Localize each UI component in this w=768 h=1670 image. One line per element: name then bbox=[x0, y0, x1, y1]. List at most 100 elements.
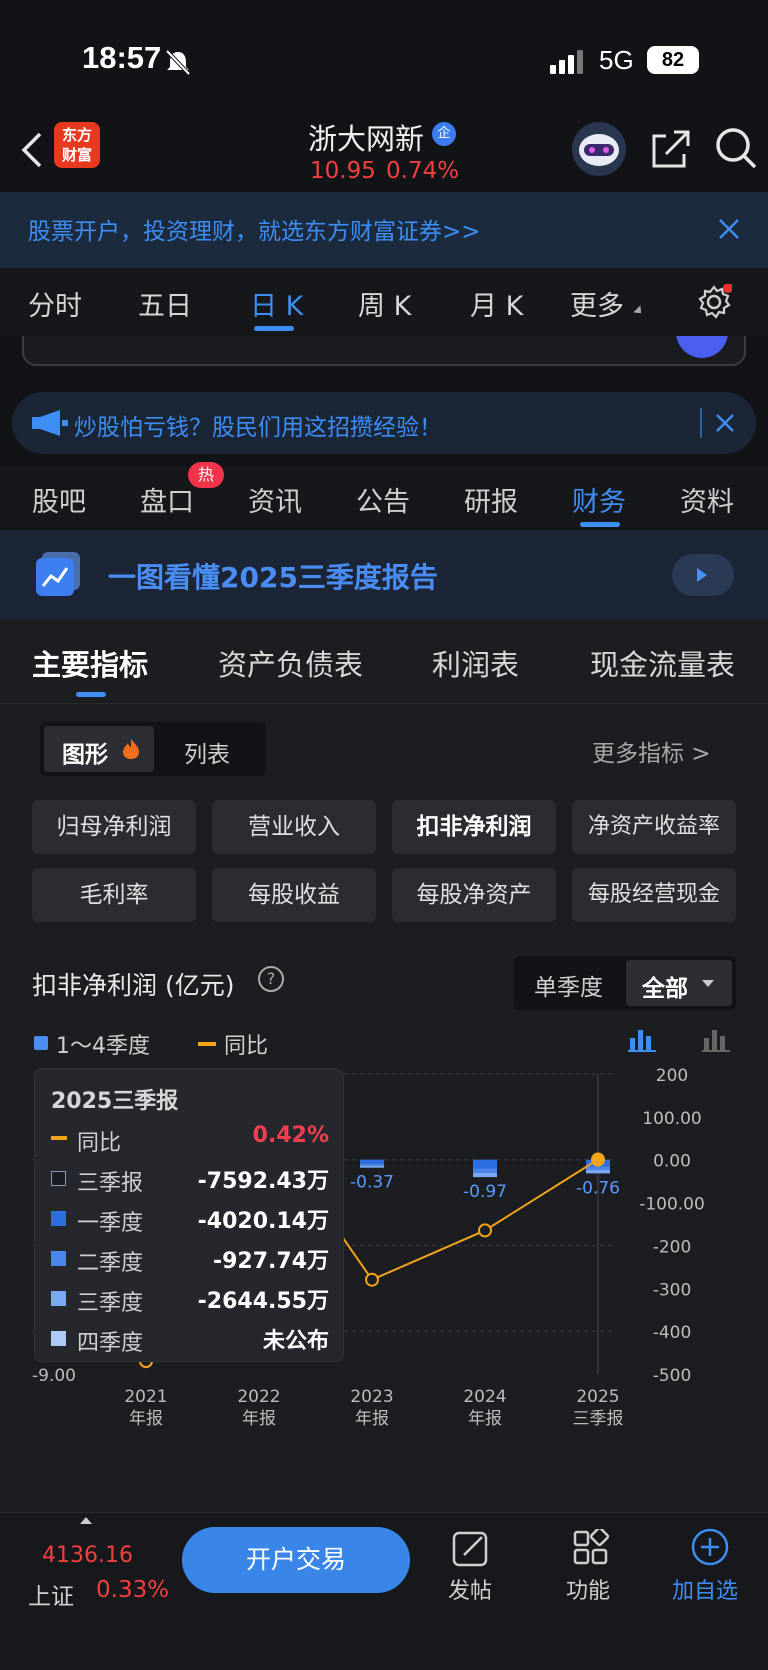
stock-change: 0.74% bbox=[386, 158, 460, 184]
chip-gross-margin[interactable]: 毛利率 bbox=[32, 868, 196, 922]
active-tab-indicator bbox=[76, 692, 106, 697]
settings-gear-icon[interactable] bbox=[696, 284, 732, 320]
tab-more[interactable]: 更多 bbox=[570, 284, 624, 323]
verified-badge: 企 bbox=[432, 122, 456, 146]
x-axis-label: 2021 bbox=[124, 1387, 167, 1407]
tab-profile[interactable]: 资料 bbox=[680, 480, 734, 519]
active-tab-indicator bbox=[580, 522, 620, 527]
list-view-button[interactable]: 列表 bbox=[184, 735, 230, 769]
bar-label: -0.76 bbox=[576, 1178, 620, 1198]
bar-segment bbox=[360, 1163, 384, 1166]
bell-muted-icon bbox=[165, 49, 191, 76]
chip-revenue[interactable]: 营业收入 bbox=[212, 800, 376, 854]
add-watchlist-icon[interactable] bbox=[690, 1527, 730, 1567]
tab-cash-flow[interactable]: 现金流量表 bbox=[590, 642, 735, 684]
tooltip-row-q3-report: 三季报 -7592.43万 bbox=[51, 1161, 329, 1197]
robot-assistant-icon[interactable] bbox=[570, 120, 628, 178]
tab-finance[interactable]: 财务 bbox=[572, 480, 626, 519]
status-time: 18:57 bbox=[82, 40, 162, 75]
chart-title: 扣非净利润 (亿元) bbox=[32, 971, 235, 1000]
graph-view-button[interactable]: 图形 bbox=[44, 726, 154, 772]
chip-roe[interactable]: 净资产收益率 bbox=[572, 800, 736, 854]
tooltip-row-q4: 四季度 未公布 bbox=[51, 1321, 329, 1357]
tab-news[interactable]: 资讯 bbox=[248, 480, 302, 519]
x-axis-label: 三季报 bbox=[573, 1409, 624, 1429]
functions-grid-icon[interactable] bbox=[572, 1529, 610, 1567]
share-icon[interactable] bbox=[650, 128, 692, 170]
mode-all[interactable]: 全部 bbox=[626, 960, 732, 1006]
post-edit-icon[interactable] bbox=[452, 1529, 490, 1567]
notice-bar[interactable]: 炒股怕亏钱？股民们用这招攒经验！ bbox=[12, 392, 756, 454]
right-axis-tick: 200 bbox=[656, 1066, 688, 1086]
bar-segment bbox=[473, 1168, 497, 1173]
x-axis-label: 年报 bbox=[242, 1409, 276, 1429]
dropdown-caret-icon bbox=[702, 980, 714, 987]
tab-weekly-k[interactable]: 周 K bbox=[358, 284, 411, 323]
report-banner[interactable]: 一图看懂2025三季度报告 bbox=[0, 530, 768, 620]
promo-text[interactable]: 股票开户，投资理财，就选东方财富证券>> bbox=[28, 212, 481, 246]
megaphone-icon bbox=[32, 410, 68, 436]
tab-research[interactable]: 研报 bbox=[464, 480, 518, 519]
app-logo: 东方 财富 bbox=[54, 122, 100, 168]
bar-segment bbox=[586, 1169, 610, 1174]
tab-key-metrics[interactable]: 主要指标 bbox=[32, 642, 148, 684]
notice-text[interactable]: 炒股怕亏钱？股民们用这招攒经验！ bbox=[74, 408, 442, 442]
chip-net-profit[interactable]: 归母净利润 bbox=[32, 800, 196, 854]
chip-bvps[interactable]: 每股净资产 bbox=[392, 868, 556, 922]
tooltip-row-yoy: 同比 0.42% bbox=[51, 1121, 329, 1157]
functions-label[interactable]: 功能 bbox=[566, 1573, 610, 1605]
hot-badge: 热 bbox=[188, 462, 224, 488]
active-tab-indicator bbox=[254, 326, 294, 331]
stacked-bar-chart-icon[interactable] bbox=[628, 1026, 658, 1052]
post-label[interactable]: 发帖 bbox=[448, 1573, 492, 1605]
report-title[interactable]: 一图看懂2025三季度报告 bbox=[108, 556, 438, 596]
tab-forum[interactable]: 股吧 bbox=[32, 480, 86, 519]
tab-announcements[interactable]: 公告 bbox=[356, 480, 410, 519]
financial-tabs: 主要指标 资产负债表 利润表 现金流量表 bbox=[0, 620, 768, 704]
tab-monthly-k[interactable]: 月 K bbox=[470, 284, 523, 323]
expand-caret-icon[interactable] bbox=[80, 1517, 92, 1524]
tooltip-row-q3: 三季度 -2644.55万 bbox=[51, 1281, 329, 1317]
chip-deducted-net-profit[interactable]: 扣非净利润 bbox=[392, 800, 556, 854]
close-icon[interactable] bbox=[718, 218, 740, 240]
chart-tooltip: 2025三季报 同比 0.42% 三季报 -7592.43万 一季度 -4020… bbox=[34, 1068, 344, 1362]
mode-single-quarter[interactable]: 单季度 bbox=[534, 968, 603, 1002]
chart-card-icon bbox=[36, 552, 80, 596]
tab-order-book[interactable]: 盘口 bbox=[140, 480, 194, 519]
tab-balance-sheet[interactable]: 资产负债表 bbox=[218, 642, 363, 684]
legend-line-swatch bbox=[198, 1042, 216, 1046]
stock-name: 浙大网新 bbox=[308, 122, 425, 156]
help-icon[interactable]: ? bbox=[258, 966, 284, 992]
back-icon[interactable] bbox=[18, 130, 44, 170]
index-change[interactable]: 0.33% bbox=[96, 1577, 169, 1603]
index-name[interactable]: 上证 bbox=[28, 1577, 74, 1611]
grouped-bar-chart-icon[interactable] bbox=[702, 1026, 732, 1052]
open-account-trade-button[interactable]: 开户交易 bbox=[182, 1527, 410, 1593]
left-axis-tick: -9.00 bbox=[32, 1366, 76, 1386]
x-axis-label: 2025 bbox=[576, 1387, 619, 1407]
x-axis-label: 年报 bbox=[468, 1409, 502, 1429]
x-axis-label: 2022 bbox=[237, 1387, 280, 1407]
bar-segment bbox=[473, 1172, 497, 1178]
add-watchlist-label[interactable]: 加自选 bbox=[672, 1573, 738, 1605]
more-metrics-link[interactable]: 更多指标 > bbox=[592, 734, 711, 768]
yoy-point bbox=[591, 1152, 605, 1167]
x-axis-label: 2024 bbox=[463, 1387, 506, 1407]
promo-bar[interactable]: 股票开户，投资理财，就选东方财富证券>> bbox=[0, 192, 768, 268]
tab-five-day[interactable]: 五日 bbox=[138, 284, 192, 323]
x-axis-label: 年报 bbox=[355, 1409, 389, 1429]
index-value[interactable]: 4136.16 bbox=[42, 1543, 133, 1568]
tab-income-statement[interactable]: 利润表 bbox=[432, 642, 519, 684]
bar-segment bbox=[360, 1159, 384, 1164]
bar-label: -0.37 bbox=[350, 1173, 394, 1193]
tab-daily-k[interactable]: 日 K bbox=[250, 284, 303, 323]
chip-ocfps[interactable]: 每股经营现金 bbox=[572, 868, 736, 922]
bar-label: -0.97 bbox=[463, 1182, 507, 1202]
chip-eps[interactable]: 每股收益 bbox=[212, 868, 376, 922]
right-axis-tick: -300 bbox=[653, 1280, 692, 1300]
close-icon[interactable] bbox=[716, 414, 734, 432]
play-button[interactable] bbox=[672, 554, 734, 596]
yoy-point bbox=[365, 1272, 379, 1287]
tab-intraday[interactable]: 分时 bbox=[28, 284, 82, 323]
search-icon[interactable] bbox=[714, 126, 758, 170]
